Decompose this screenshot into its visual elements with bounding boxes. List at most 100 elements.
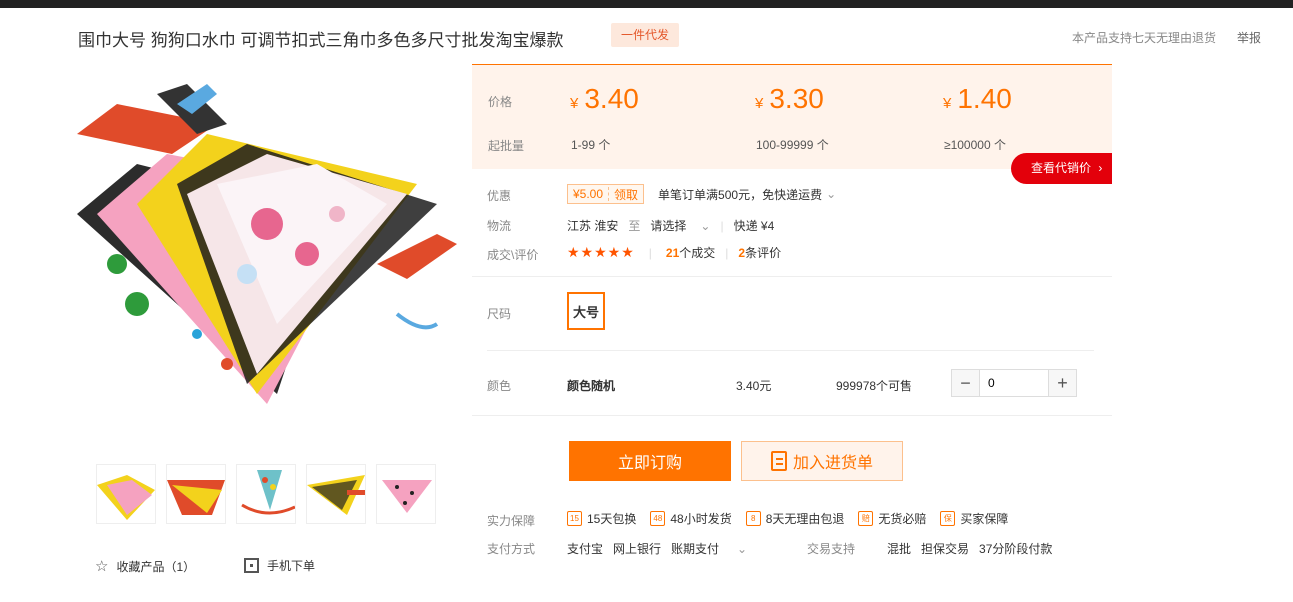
trade-item: 37分阶段付款	[979, 542, 1053, 556]
coupon-button[interactable]: ¥5.00 领取	[567, 184, 645, 204]
report-link[interactable]: 举报	[1237, 29, 1261, 46]
tier-price: 3.40	[584, 83, 639, 114]
add-to-list-button[interactable]: 加入进货单	[741, 441, 903, 481]
price-label: 价格	[488, 95, 513, 109]
plus-button[interactable]: +	[1049, 370, 1076, 396]
trade-item: 混批	[887, 542, 912, 556]
guarantee-item[interactable]: 48 48小时发货	[650, 510, 732, 527]
thumbnail-2[interactable]	[166, 464, 226, 524]
deals-link[interactable]: 21个成交	[666, 244, 715, 261]
favorite-button[interactable]: ☆ 收藏产品（1）	[95, 557, 195, 575]
ship-48h-icon: 48	[650, 511, 666, 526]
chevron-down-icon: ⌄	[700, 218, 711, 233]
tier-range: 1-99 个	[571, 138, 611, 152]
express-fee: 快递 ¥4	[733, 219, 775, 233]
tier-range: ≥100000 个	[944, 138, 1006, 152]
promo-label: 优惠	[487, 189, 512, 203]
reviews-suffix: 条评价	[745, 246, 782, 260]
minus-button[interactable]: −	[952, 370, 979, 396]
add-to-list-label: 加入进货单	[792, 455, 873, 472]
guarantee-text: 买家保障	[960, 512, 1009, 526]
favorite-label: 收藏产品（1）	[116, 559, 196, 574]
price-tier-3: ¥1.40	[943, 83, 1012, 115]
currency-symbol: ¥	[755, 95, 764, 112]
thumbnail-1[interactable]	[96, 464, 156, 524]
size-label: 尺码	[487, 307, 512, 321]
return-8day-icon: 8	[745, 511, 761, 526]
coupon-get: 领取	[614, 187, 639, 202]
thumbnail-5[interactable]	[376, 464, 436, 524]
divider	[472, 415, 1112, 416]
thumbnail-strip	[96, 464, 436, 524]
mobile-order-label: 手机下单	[267, 559, 316, 573]
destination-select[interactable]: 请选择 ⌄	[650, 217, 710, 234]
return-policy-text: 本产品支持七天无理由退货	[1072, 31, 1217, 45]
payment-method: 支付宝	[567, 542, 604, 556]
guarantee-item[interactable]: 保买家保障	[940, 510, 1008, 527]
deals-count: 21	[665, 246, 680, 260]
coupon-amount: ¥5.00	[568, 187, 610, 201]
mobile-order-button[interactable]: 手机下单	[244, 557, 315, 574]
payment-method: 账期支付	[671, 542, 720, 556]
dropship-tag: 一件代发	[611, 23, 680, 47]
clipboard-icon	[770, 451, 787, 471]
quantity-stepper: − +	[951, 369, 1077, 397]
guarantee-text: 8天无理由包退	[765, 512, 845, 526]
buy-now-button[interactable]: 立即订购	[569, 441, 731, 481]
payment-methods: 支付宝 网上银行 账期支付 ⌄	[567, 540, 747, 557]
compensation-icon: 赔	[858, 511, 874, 526]
reviews-link[interactable]: 2条评价	[738, 244, 781, 261]
divider	[487, 350, 1094, 351]
color-label: 颜色	[487, 379, 512, 393]
tier-price: 1.40	[957, 83, 1012, 114]
chevron-down-icon[interactable]: ⌄	[737, 542, 747, 556]
to-text: 至	[628, 219, 641, 233]
chevron-right-icon: ›	[1098, 161, 1103, 175]
agent-price-button[interactable]: 查看代销价 ›	[1011, 153, 1112, 184]
payment-label: 支付方式	[487, 542, 536, 556]
rating-label: 成交\评价	[487, 248, 539, 262]
guarantee-text: 15天包换	[587, 512, 637, 526]
shipping-promo-text: 单笔订单满500元，免快递运费	[658, 187, 823, 202]
star-outline-icon: ☆	[95, 558, 109, 575]
chevron-down-icon[interactable]: ⌄	[826, 187, 836, 201]
payment-method: 网上银行	[613, 542, 662, 556]
qrcode-icon	[244, 558, 259, 573]
buyer-protection-icon: 保	[940, 511, 956, 526]
main-product-image[interactable]	[77, 64, 457, 444]
thumbnail-3[interactable]	[236, 464, 296, 524]
destination-value: 请选择	[650, 219, 687, 233]
guarantee-item[interactable]: 15 15天包换	[567, 510, 636, 527]
agent-price-label: 查看代销价	[1031, 161, 1092, 175]
guarantee-text: 48小时发货	[670, 512, 732, 526]
size-option-large[interactable]: 大号	[567, 292, 605, 330]
guarantee-list: 15 15天包换 48 48小时发货 8 8天无理由包退 赔无货必赔 保买家保障	[567, 510, 1008, 527]
quantity-input[interactable]	[979, 370, 1049, 396]
divider	[472, 276, 1112, 277]
currency-symbol: ¥	[943, 95, 952, 112]
guarantee-label: 实力保障	[487, 514, 536, 528]
exchange-15-icon: 15	[567, 511, 582, 526]
origin-location: 江苏 淮安	[567, 219, 619, 233]
tier-range: 100-99999 个	[756, 138, 829, 152]
thumbnail-4[interactable]	[306, 464, 366, 524]
tier-price: 3.30	[769, 83, 824, 114]
stock-text: 999978个可售	[836, 379, 913, 393]
color-option: 颜色随机	[567, 379, 616, 393]
currency-symbol: ¥	[570, 95, 579, 112]
guarantee-item[interactable]: 赔无货必赔	[858, 510, 926, 527]
price-tier-2: ¥3.30	[755, 83, 824, 115]
trade-support-label: 交易支持	[807, 542, 856, 556]
guarantee-text: 无货必赔	[878, 512, 927, 526]
color-price: 3.40元	[736, 379, 772, 393]
product-title: 围巾大号 狗狗口水巾 可调节扣式三角巾多色多尺寸批发淘宝爆款	[78, 31, 564, 50]
trade-support-list: 混批 担保交易 37分阶段付款	[887, 540, 1052, 557]
top-nav-bar	[0, 0, 1293, 8]
price-tier-1: ¥3.40	[570, 83, 639, 115]
price-panel: 价格 起批量 ¥3.40 1-99 个 ¥3.30 100-99999 个 ¥1…	[472, 64, 1112, 169]
moq-label: 起批量	[488, 139, 525, 153]
rating-stars: ★★★★★	[567, 244, 635, 260]
logistics-label: 物流	[487, 219, 512, 233]
guarantee-item[interactable]: 8 8天无理由包退	[745, 510, 845, 527]
trade-item: 担保交易	[921, 542, 970, 556]
